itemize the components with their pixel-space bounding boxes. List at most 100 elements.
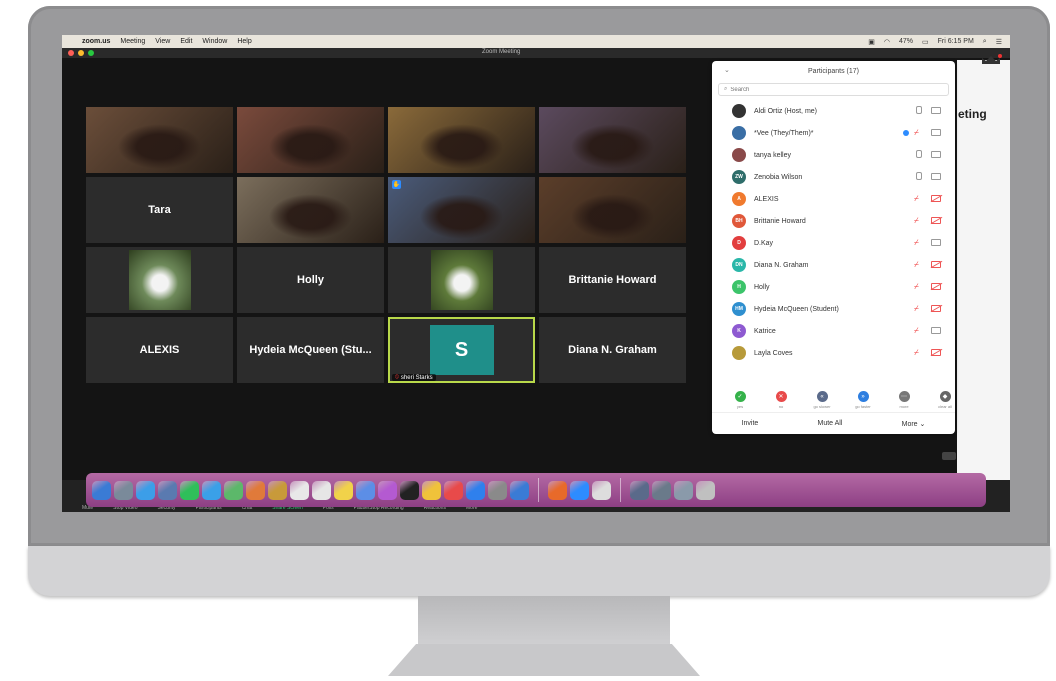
dock-app-icon[interactable] [180,480,199,500]
feedback-no-button[interactable]: ✕ no [771,391,791,409]
battery-percent[interactable]: 47% [899,38,913,45]
dock-app-icon[interactable] [488,480,507,500]
minimize-window-icon[interactable] [78,50,84,56]
dock-app-icon[interactable] [674,480,693,500]
mic-muted-icon[interactable]: ⌿ [914,216,922,225]
camera-off-icon[interactable] [931,261,941,268]
camera-icon[interactable] [931,327,941,334]
participant-video-tile[interactable] [388,107,535,173]
dock-app-icon[interactable] [444,480,463,500]
participant-row[interactable]: HM Hydeia McQueen (Student) ⌿ [712,298,955,320]
participant-row[interactable]: D D.Kay ⌿ [712,232,955,254]
invite-button[interactable]: Invite [732,418,769,429]
mic-muted-icon[interactable]: ⌿ [914,194,922,203]
participant-name-tile[interactable]: Holly [237,247,384,313]
close-window-icon[interactable] [68,50,74,56]
participant-name-tile[interactable]: Brittanie Howard [539,247,686,313]
participant-row[interactable]: Aldi Ortiz (Host, me) [712,100,955,122]
menu-app-name[interactable]: zoom.us [82,38,110,45]
participant-name-tile[interactable]: ALEXIS [86,317,233,383]
participant-search-input[interactable] [730,86,931,93]
dock-app-icon[interactable] [312,480,331,500]
participant-video-tile[interactable] [237,177,384,243]
mic-muted-icon[interactable]: ⌿ [914,348,922,357]
mic-muted-icon[interactable]: ⌿ [914,238,922,247]
dock-app-icon[interactable] [92,480,111,500]
control-center-icon[interactable]: ☰ [996,38,1002,46]
end-meeting-button[interactable] [942,452,956,460]
participant-video-tile[interactable] [539,107,686,173]
dock-app-icon[interactable] [630,480,649,500]
camera-off-icon[interactable] [931,283,941,290]
participant-row[interactable]: Layla Coves ⌿ [712,342,955,364]
zoom-status-icon[interactable]: ▣ [868,38,875,46]
participant-row[interactable]: K Katrice ⌿ [712,320,955,342]
collapse-chevron-icon[interactable]: ⌄ [724,66,730,74]
spotlight-icon[interactable]: ⌕ [983,38,987,46]
participant-row[interactable]: A ALEXIS ⌿ [712,188,955,210]
dock-app-icon[interactable] [548,480,567,500]
menu-meeting[interactable]: Meeting [120,38,145,45]
camera-off-icon[interactable] [931,217,941,224]
participant-row[interactable]: BH Brittanie Howard ⌿ [712,210,955,232]
mute-all-button[interactable]: Mute All [808,418,853,429]
mic-muted-icon[interactable]: ⌿ [914,128,922,137]
dock-app-icon[interactable] [158,480,177,500]
dock-app-icon[interactable] [114,480,133,500]
dock-app-icon[interactable] [696,480,715,500]
dock-app-icon[interactable] [290,480,309,500]
dock-app-icon[interactable] [334,480,353,500]
menu-help[interactable]: Help [237,38,251,45]
mic-muted-icon[interactable]: ⌿ [914,260,922,269]
battery-icon[interactable]: ▭ [922,38,929,46]
dock-app-icon[interactable] [592,480,611,500]
feedback-more-button[interactable]: ⋯ more [894,391,914,409]
camera-icon[interactable] [931,107,941,114]
dock-app-icon[interactable] [378,480,397,500]
feedback-clear-all-button[interactable]: ◆ clear all [935,391,955,409]
participant-row[interactable]: H Holly ⌿ [712,276,955,298]
dock-app-icon[interactable] [570,480,589,500]
participant-name-tile[interactable]: Tara [86,177,233,243]
dock-app-icon[interactable] [224,480,243,500]
participant-name-tile[interactable]: Hydeia McQueen (Stu... [237,317,384,383]
feedback-go-slower-button[interactable]: « go slower [812,391,832,409]
menu-edit[interactable]: Edit [180,38,192,45]
dock-app-icon[interactable] [268,480,287,500]
camera-off-icon[interactable] [931,195,941,202]
dock-app-icon[interactable] [400,480,419,500]
fullscreen-window-icon[interactable] [88,50,94,56]
clock[interactable]: Fri 6:15 PM [938,38,974,45]
mic-icon[interactable] [914,172,922,181]
dock-app-icon[interactable] [356,480,375,500]
participant-photo-tile[interactable] [86,247,233,313]
participant-video-tile[interactable] [237,107,384,173]
menu-view[interactable]: View [155,38,170,45]
participant-name-tile[interactable]: Diana N. Graham [539,317,686,383]
dock-app-icon[interactable] [510,480,529,500]
dock-app-icon[interactable] [466,480,485,500]
menu-window[interactable]: Window [202,38,227,45]
camera-off-icon[interactable] [931,305,941,312]
participant-photo-tile[interactable] [388,247,535,313]
mic-muted-icon[interactable]: ⌿ [914,326,922,335]
dock-app-icon[interactable] [422,480,441,500]
participant-video-tile[interactable] [539,177,686,243]
wifi-icon[interactable]: ◠ [884,38,890,46]
participant-row[interactable]: DN Diana N. Graham ⌿ [712,254,955,276]
dock-app-icon[interactable] [246,480,265,500]
participant-video-tile[interactable]: ✋ [388,177,535,243]
dock-app-icon[interactable] [652,480,671,500]
more-button[interactable]: More ⌄ [892,418,936,430]
active-speaker-tile[interactable]: S ⦸ sheri Starks [388,317,535,383]
dock-app-icon[interactable] [136,480,155,500]
mic-icon[interactable] [914,106,922,115]
participant-row[interactable]: *Vee (They/Them)* ⌿ [712,122,955,144]
dock-app-icon[interactable] [202,480,221,500]
camera-icon[interactable] [931,129,941,136]
camera-icon[interactable] [931,173,941,180]
mic-muted-icon[interactable]: ⌿ [914,304,922,313]
participant-row[interactable]: tanya kelley [712,144,955,166]
camera-off-icon[interactable] [931,349,941,356]
participant-row[interactable]: ZW Zenobia Wilson [712,166,955,188]
